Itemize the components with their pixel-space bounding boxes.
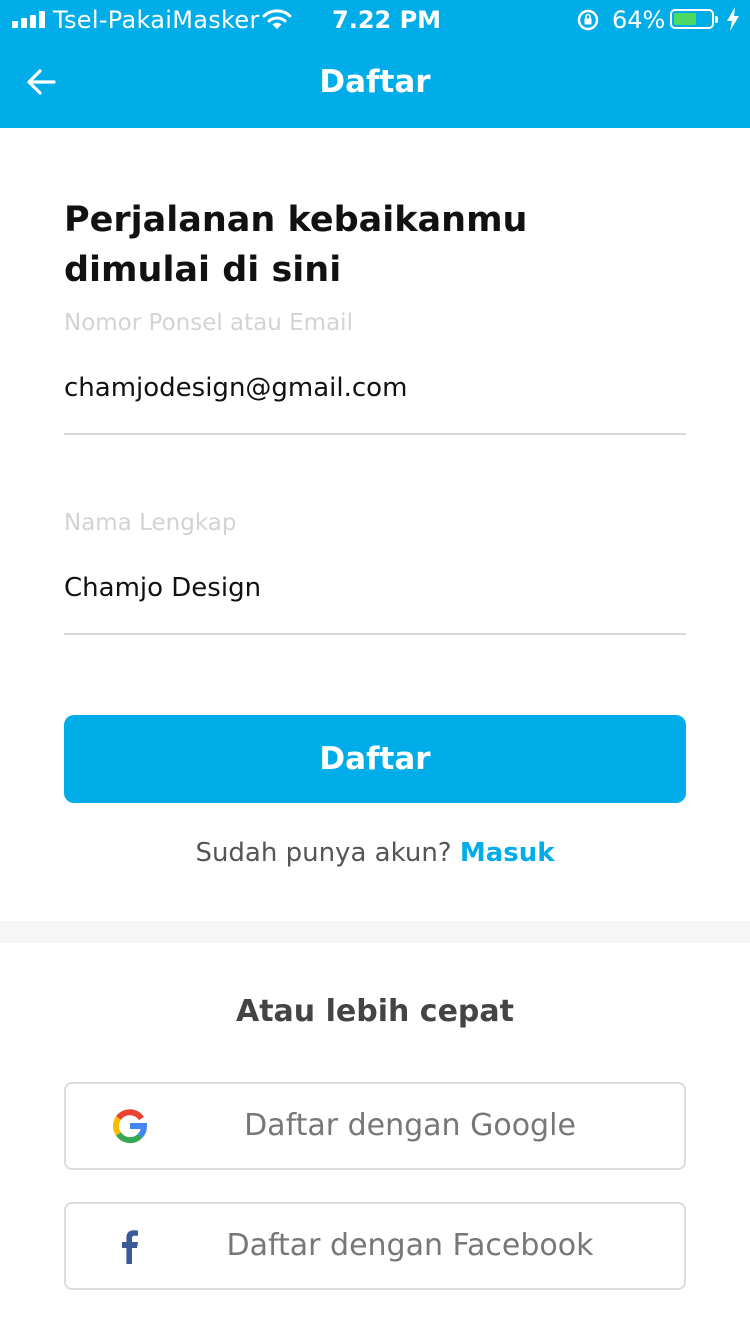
full-name-label: Nama Lengkap [64, 510, 237, 536]
orientation-lock-icon [576, 8, 600, 38]
section-divider [0, 921, 750, 943]
battery-percentage: 64% [612, 6, 666, 34]
register-button[interactable]: Daftar [64, 715, 686, 803]
alternatives-title: Atau lebih cepat [236, 994, 514, 1029]
wifi-icon [262, 7, 292, 37]
battery-icon [670, 9, 718, 29]
google-signup-label: Daftar dengan Google [244, 1108, 576, 1143]
login-link[interactable]: Masuk [460, 838, 555, 868]
phone-email-underline [64, 433, 686, 435]
full-name-input[interactable] [64, 566, 686, 610]
headline: Perjalanan kebaikanmu dimulai di sini [64, 200, 528, 290]
clock: 7.22 PM [332, 6, 442, 34]
facebook-signup-label: Daftar dengan Facebook [226, 1228, 594, 1263]
facebook-signup-button[interactable]: Daftar dengan Facebook [64, 1202, 686, 1290]
carrier-name: Tsel-PakaiMasker [53, 6, 260, 34]
login-prompt-row: Sudah punya akun? Masuk [0, 838, 750, 868]
page-title: Daftar [319, 64, 431, 100]
status-bar: Tsel-PakaiMasker 7.22 PM 64% [0, 0, 750, 40]
signal-strength-icon [12, 11, 45, 28]
phone-email-label: Nomor Ponsel atau Email [64, 310, 353, 336]
google-icon [110, 1106, 150, 1146]
login-prompt-text: Sudah punya akun? [195, 838, 452, 868]
google-signup-button[interactable]: Daftar dengan Google [64, 1082, 686, 1170]
facebook-icon [110, 1226, 150, 1266]
full-name-underline [64, 633, 686, 635]
phone-email-input[interactable] [64, 366, 686, 410]
charging-bolt-icon [726, 6, 740, 38]
app-bar: Daftar [0, 40, 750, 128]
